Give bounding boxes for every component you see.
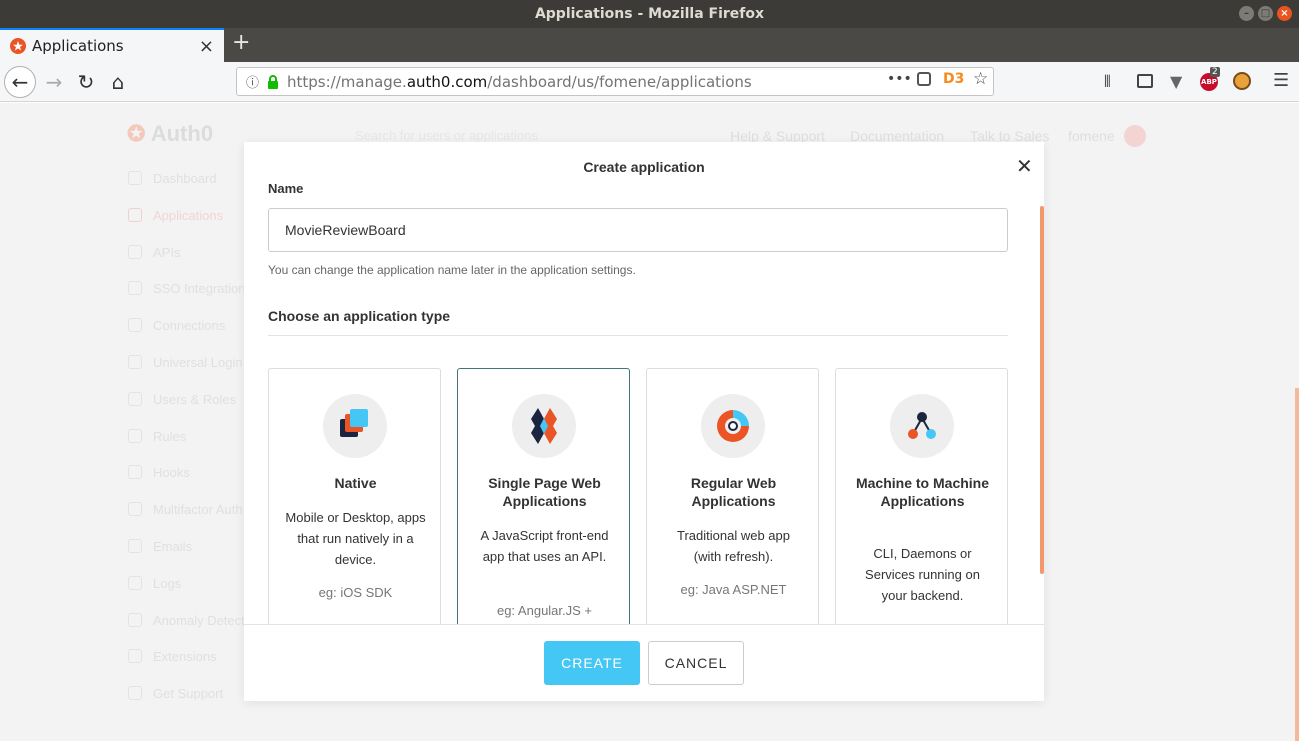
users-icon [128, 392, 142, 406]
auth0-logo: ✪ Auth0 [127, 121, 214, 146]
application-name-input[interactable] [268, 208, 1008, 252]
maximize-icon[interactable]: □ [1258, 6, 1273, 21]
apis-icon [128, 245, 142, 259]
forward-icon[interactable]: → [42, 66, 66, 98]
vpn-extension-icon[interactable]: ▼ [1170, 72, 1182, 91]
navigation-bar: ← → ↻ ⌂ ⓘ https://manage.auth0.com/dashb… [0, 62, 1299, 102]
card-title: Single Page Web Applications [488, 475, 601, 509]
sidebar-item-mfa: Multifactor Auth [153, 502, 243, 517]
create-button[interactable]: CREATE [544, 641, 640, 685]
sidebar-item-universal-login: Universal Login [153, 355, 243, 370]
spa-icon [512, 394, 576, 458]
card-example: eg: iOS SDK [318, 585, 393, 600]
sidebar-item-connections: Connections [153, 318, 226, 333]
native-icon [323, 394, 387, 458]
machine-to-machine-icon [890, 394, 954, 458]
sidebar-item-support: Get Support [153, 686, 224, 701]
tab-strip: Applications × + [0, 28, 1299, 62]
d3-extension-icon[interactable]: D3 [943, 71, 964, 87]
card-title: Native [334, 475, 377, 491]
library-icon[interactable]: ⫴ [1104, 72, 1111, 92]
minimize-icon[interactable]: – [1239, 6, 1254, 21]
sidebar-item-sso: SSO Integrations [153, 281, 252, 296]
create-application-modal: Create application ✕ Name You can change… [244, 142, 1044, 701]
sidebar-toggle-icon[interactable] [1137, 74, 1153, 88]
hooks-icon [128, 465, 142, 479]
card-example: eg: Angular.JS + [496, 603, 593, 618]
card-description: Mobile or Desktop, apps that run nativel… [285, 510, 426, 567]
emails-icon [128, 539, 142, 553]
greasemonkey-icon[interactable] [1233, 72, 1251, 90]
section-divider [268, 335, 1008, 336]
hamburger-menu-icon[interactable]: ☰ [1273, 70, 1289, 91]
sidebar-item-dashboard: Dashboard [153, 171, 217, 186]
sidebar-item-hooks: Hooks [153, 465, 190, 480]
sidebar-item-extensions: Extensions [153, 649, 217, 664]
logs-icon [128, 576, 142, 590]
home-icon[interactable]: ⌂ [106, 66, 130, 98]
pocket-icon[interactable] [917, 72, 931, 86]
universal-login-icon [128, 355, 142, 369]
page-scrollbar[interactable] [1295, 388, 1299, 741]
name-help-text: You can change the application name late… [268, 263, 636, 277]
tab-applications[interactable]: Applications × [0, 28, 224, 62]
mfa-icon [128, 502, 142, 516]
sidebar-item-rules: Rules [153, 429, 187, 444]
search-placeholder: Search for users or applications [355, 128, 538, 143]
close-window-icon[interactable]: × [1277, 6, 1292, 21]
sidebar-item-logs: Logs [153, 576, 182, 591]
modal-footer: CREATE CANCEL [244, 624, 1044, 701]
back-icon[interactable]: ← [4, 66, 36, 98]
avatar [1124, 125, 1146, 147]
sidebar-item-users: Users & Roles [153, 392, 237, 407]
card-title: Regular Web Applications [690, 475, 777, 509]
url-bar[interactable]: ⓘ https://manage.auth0.com/dashboard/us/… [236, 67, 994, 96]
card-native[interactable]: Native Mobile or Desktop, apps that run … [268, 368, 441, 624]
card-machine-to-machine[interactable]: Machine to Machine Applications CLI, Dae… [835, 368, 1008, 624]
modal-title: Create application [583, 159, 705, 175]
lock-icon [268, 74, 279, 89]
card-description: Traditional web app (with refresh). [677, 528, 790, 564]
rules-icon [128, 429, 142, 443]
auth0-favicon-icon [10, 38, 26, 54]
sidebar-item-apis: APIs [153, 245, 181, 260]
extensions-icon [128, 649, 142, 663]
url-text: https://manage.auth0.com/dashboard/us/fo… [287, 72, 752, 91]
cancel-button[interactable]: CANCEL [648, 641, 744, 685]
card-example: eg: Java ASP.NET [680, 582, 787, 597]
sso-icon [128, 281, 142, 295]
bookmark-star-icon[interactable]: ☆ [973, 69, 988, 89]
support-icon [128, 686, 142, 700]
tab-title: Applications [32, 37, 124, 55]
account-name: fomene [1068, 128, 1115, 144]
adblock-badge: 2 [1210, 67, 1220, 77]
card-description: A JavaScript front-end app that uses an … [480, 528, 609, 564]
close-tab-icon[interactable]: × [199, 36, 214, 57]
info-icon[interactable]: ⓘ [246, 72, 259, 91]
modal-scrollbar[interactable] [1040, 206, 1044, 574]
card-regular-web-app[interactable]: Regular Web Applications Traditional web… [646, 368, 819, 624]
card-title: Machine to Machine Applications [855, 475, 990, 509]
anomaly-icon [128, 613, 142, 627]
name-label: Name [268, 181, 304, 196]
close-icon[interactable]: ✕ [1016, 154, 1033, 178]
regular-web-icon [701, 394, 765, 458]
applications-icon [128, 208, 142, 222]
card-description: CLI, Daemons or Services running on your… [865, 546, 980, 603]
sidebar-item-applications: Applications [153, 208, 224, 223]
window-title: Applications - Mozilla Firefox [534, 6, 765, 22]
connections-icon [128, 318, 142, 332]
new-tab-icon[interactable]: + [232, 30, 250, 55]
reload-icon[interactable]: ↻ [74, 66, 98, 98]
application-type-title: Choose an application type [268, 308, 451, 324]
window-titlebar: Applications - Mozilla Firefox – □ × [0, 0, 1299, 28]
page-actions-icon[interactable]: ••• [887, 71, 912, 87]
sidebar-item-emails: Emails [153, 539, 193, 554]
card-single-page-app[interactable]: Single Page Web Applications A JavaScrip… [457, 368, 630, 624]
dashboard-icon [128, 171, 142, 185]
application-type-cards: Native Mobile or Desktop, apps that run … [268, 368, 1008, 624]
